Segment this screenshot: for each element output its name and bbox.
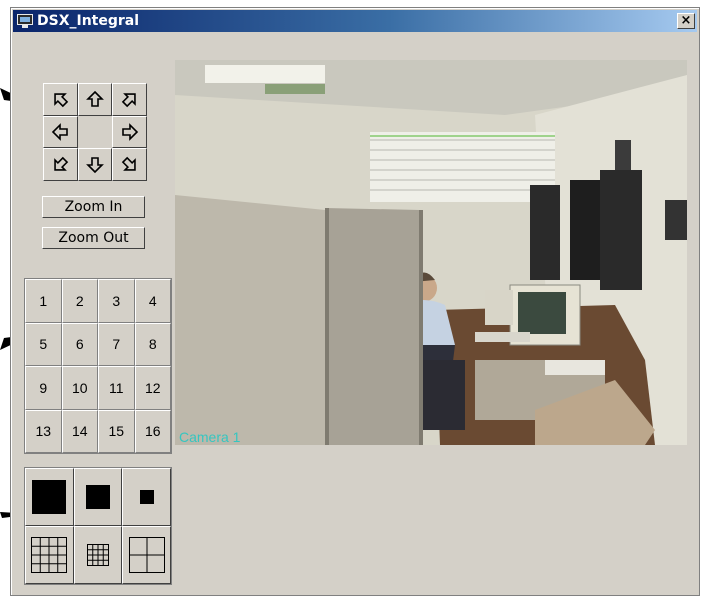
camera-button-9[interactable]: 9 — [25, 366, 62, 410]
pan-left-icon — [52, 123, 69, 141]
pan-up-left-button[interactable] — [43, 83, 78, 116]
tilt-down-icon — [86, 156, 104, 173]
grid-3x3-view-icon — [86, 544, 109, 566]
grid-2x2-view-button[interactable] — [122, 526, 171, 584]
single-large-view-button[interactable] — [25, 468, 74, 526]
pan-down-left-button[interactable] — [43, 148, 78, 181]
camera-button-13[interactable]: 13 — [25, 409, 62, 453]
pan-down-right-icon — [121, 156, 136, 171]
camera-button-15[interactable]: 15 — [98, 409, 135, 453]
window-title: DSX_Integral — [37, 13, 140, 29]
ptz-center — [77, 115, 113, 149]
camera-button-4[interactable]: 4 — [134, 279, 171, 323]
pan-down-right-button[interactable] — [112, 148, 147, 181]
pan-left-button[interactable] — [43, 115, 78, 149]
camera-button-2[interactable]: 2 — [61, 279, 98, 323]
grid-4x4-view-icon — [31, 537, 68, 573]
single-medium-view-button[interactable] — [73, 468, 123, 526]
single-large-view-icon — [32, 480, 67, 514]
tilt-up-button[interactable] — [77, 83, 113, 116]
camera-button-16[interactable]: 16 — [134, 409, 171, 453]
camera-button-1[interactable]: 1 — [25, 279, 62, 323]
single-medium-view-icon — [85, 485, 110, 509]
grid-3x3-view-button[interactable] — [73, 526, 123, 584]
pan-right-icon — [121, 123, 138, 141]
zoom-in-button[interactable]: Zoom In — [42, 196, 145, 218]
camera-button-10[interactable]: 10 — [61, 366, 98, 410]
pan-up-right-icon — [121, 93, 136, 108]
camera-button-5[interactable]: 5 — [25, 322, 62, 366]
view-layout-grid — [24, 467, 172, 585]
tilt-up-icon — [86, 91, 104, 108]
pan-right-button[interactable] — [112, 115, 147, 149]
camera-button-6[interactable]: 6 — [61, 322, 98, 366]
camera-button-7[interactable]: 7 — [98, 322, 135, 366]
pan-up-left-icon — [54, 93, 69, 108]
ptz-controls — [43, 83, 147, 181]
single-small-view-icon — [139, 490, 154, 504]
close-button[interactable]: × — [677, 13, 695, 29]
camera-button-11[interactable]: 11 — [98, 366, 135, 410]
pan-up-right-button[interactable] — [112, 83, 147, 116]
single-small-view-button[interactable] — [122, 468, 171, 526]
camera-video-feed[interactable]: Camera 1 — [175, 60, 687, 445]
zoom-out-button[interactable]: Zoom Out — [42, 227, 145, 249]
camera-button-3[interactable]: 3 — [98, 279, 135, 323]
office-scene-image — [175, 60, 687, 445]
camera-label: Camera 1 — [179, 429, 241, 445]
tilt-down-button[interactable] — [77, 148, 113, 181]
monitor-icon — [17, 14, 33, 28]
camera-button-8[interactable]: 8 — [134, 322, 171, 366]
camera-button-12[interactable]: 12 — [134, 366, 171, 410]
camera-select-grid: 1 2 3 4 5 6 7 8 9 10 11 12 13 14 15 16 — [24, 278, 172, 454]
camera-button-14[interactable]: 14 — [61, 409, 98, 453]
grid-4x4-view-button[interactable] — [25, 526, 74, 584]
title-bar[interactable]: DSX_Integral × — [13, 10, 697, 32]
pan-down-left-icon — [54, 156, 69, 171]
grid-2x2-view-icon — [128, 537, 165, 573]
app-window: DSX_Integral × Zoom In Zoom Out 1 2 3 4 … — [10, 7, 700, 596]
